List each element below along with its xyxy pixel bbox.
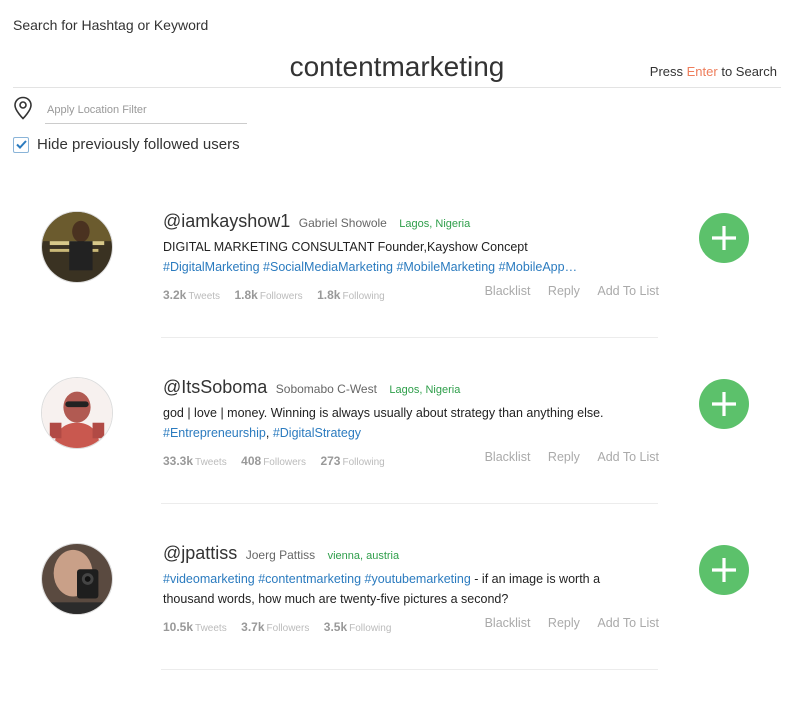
user-card: @iamkayshow1 Gabriel Showole Lagos, Nige…: [0, 211, 794, 377]
avatar-image: [42, 544, 112, 614]
tweets-count: 33.3k: [163, 454, 194, 468]
user-handle[interactable]: @iamkayshow1: [163, 211, 290, 231]
user-bio: #videomarketing #contentmarketing #youtu…: [163, 569, 608, 609]
add-to-list-button[interactable]: Add To List: [597, 284, 659, 298]
follow-button[interactable]: [699, 545, 749, 595]
user-stats: 10.5k Tweets 3.7k Followers 3.5k Following: [163, 618, 401, 636]
user-actions: Blacklist Reply Add To List: [471, 284, 659, 298]
user-full-name: Joerg Pattiss: [245, 548, 316, 562]
user-name-line: @iamkayshow1 Gabriel Showole Lagos, Nige…: [163, 211, 470, 232]
following-label: Following: [349, 623, 392, 634]
user-location: vienna, austria: [327, 550, 400, 562]
user-stats: 33.3k Tweets 408 Followers 273 Following: [163, 452, 395, 470]
tweets-label: Tweets: [188, 291, 221, 302]
user-location: Lagos, Nigeria: [399, 218, 471, 230]
user-location: Lagos, Nigeria: [389, 384, 461, 396]
following-label: Following: [342, 457, 385, 468]
followers-count: 408: [241, 454, 262, 468]
user-card: @ItsSoboma Sobomabo C-West Lagos, Nigeri…: [0, 377, 794, 543]
user-name-line: @ItsSoboma Sobomabo C-West Lagos, Nigeri…: [163, 377, 460, 398]
reply-button[interactable]: Reply: [548, 450, 580, 464]
following-count: 1.8k: [317, 288, 341, 302]
bio-text: DIGITAL MARKETING CONSULTANT Founder,Kay…: [163, 240, 528, 254]
enter-key-hint: Enter: [686, 64, 718, 79]
avatar-image: [42, 212, 112, 282]
plus-icon: [712, 558, 736, 582]
hide-followed-checkbox[interactable]: [13, 136, 29, 153]
blacklist-button[interactable]: Blacklist: [485, 616, 531, 630]
card-divider: [161, 337, 658, 338]
bio-hashtags[interactable]: #videomarketing #contentmarketing #youtu…: [163, 572, 471, 586]
following-count: 3.5k: [323, 620, 348, 634]
avatar[interactable]: [41, 211, 113, 283]
card-divider: [161, 669, 658, 670]
bio-hashtag[interactable]: #Entrepreneurship: [163, 426, 266, 440]
follow-button[interactable]: [699, 379, 749, 429]
followers-count: 3.7k: [241, 620, 265, 634]
search-hint-prefix: Press: [649, 64, 684, 79]
search-label: Search for Hashtag or Keyword: [13, 17, 209, 33]
user-bio: DIGITAL MARKETING CONSULTANT Founder,Kay…: [163, 237, 608, 277]
reply-button[interactable]: Reply: [548, 284, 580, 298]
user-actions: Blacklist Reply Add To List: [471, 616, 659, 630]
tweets-count: 10.5k: [163, 620, 194, 634]
add-to-list-button[interactable]: Add To List: [597, 616, 659, 630]
following-count: 273: [320, 454, 341, 468]
followers-label: Followers: [259, 291, 303, 302]
avatar-image: [42, 378, 112, 448]
following-label: Following: [342, 291, 385, 302]
avatar[interactable]: [41, 377, 113, 449]
blacklist-button[interactable]: Blacklist: [485, 450, 531, 464]
user-handle[interactable]: @jpattiss: [163, 543, 237, 563]
hide-followed-toggle[interactable]: Hide previously followed users: [13, 136, 240, 153]
bio-hashtags: #Entrepreneurship, #DigitalStrategy: [163, 423, 608, 443]
location-filter-input[interactable]: [45, 96, 247, 124]
search-hint: Press Enter to Search: [650, 64, 777, 79]
followers-label: Followers: [263, 457, 306, 468]
bio-separator: ,: [265, 426, 273, 440]
tweets-label: Tweets: [195, 457, 227, 468]
location-pin-icon: [14, 96, 32, 120]
user-card: @jpattiss Joerg Pattiss vienna, austria …: [0, 543, 794, 709]
search-hint-suffix: to Search: [721, 64, 777, 79]
followers-count: 1.8k: [234, 288, 258, 302]
card-divider: [161, 503, 658, 504]
bio-text: god | love | money. Winning is always us…: [163, 406, 604, 420]
hide-followed-label: Hide previously followed users: [37, 136, 240, 153]
plus-icon: [712, 392, 736, 416]
plus-icon: [712, 226, 736, 250]
bio-hashtags[interactable]: #DigitalMarketing #SocialMediaMarketing …: [163, 257, 608, 277]
bio-hashtag[interactable]: #DigitalStrategy: [273, 426, 361, 440]
tweets-label: Tweets: [195, 623, 227, 634]
avatar[interactable]: [41, 543, 113, 615]
checkmark-icon: [15, 140, 27, 149]
add-to-list-button[interactable]: Add To List: [597, 450, 659, 464]
user-handle[interactable]: @ItsSoboma: [163, 377, 267, 397]
followers-label: Followers: [266, 623, 310, 634]
follow-button[interactable]: [699, 213, 749, 263]
user-name-line: @jpattiss Joerg Pattiss vienna, austria: [163, 543, 399, 564]
blacklist-button[interactable]: Blacklist: [485, 284, 531, 298]
user-stats: 3.2k Tweets 1.8k Followers 1.8k Following: [163, 286, 395, 304]
user-actions: Blacklist Reply Add To List: [471, 450, 659, 464]
user-bio: god | love | money. Winning is always us…: [163, 403, 608, 443]
tweets-count: 3.2k: [163, 288, 187, 302]
user-full-name: Gabriel Showole: [298, 216, 387, 230]
user-full-name: Sobomabo C-West: [275, 382, 377, 396]
reply-button[interactable]: Reply: [548, 616, 580, 630]
